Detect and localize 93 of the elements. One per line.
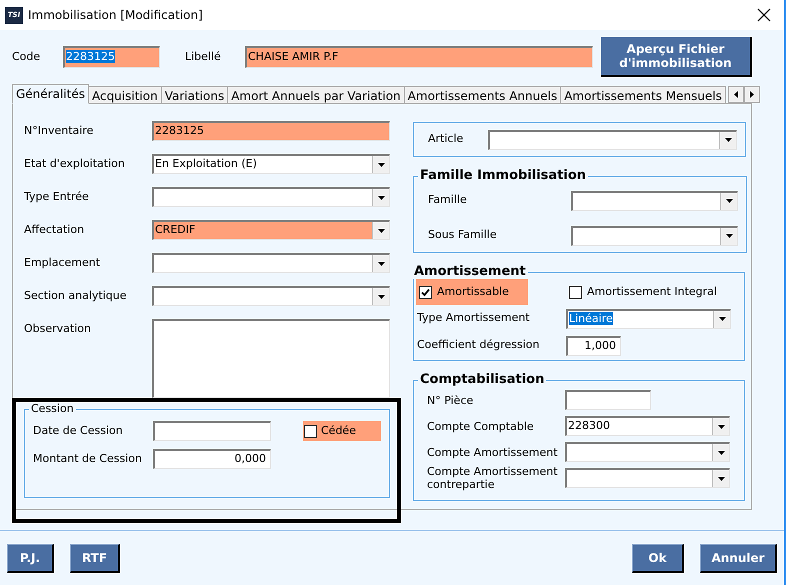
dialog-button[interactable]: P.J. (7, 544, 54, 572)
input-field[interactable]: 0,000 (153, 449, 271, 469)
scroll-left-button[interactable] (728, 86, 744, 103)
field-label: N° Pièce (426, 394, 474, 406)
dropdown-button[interactable] (712, 418, 729, 435)
close-icon (757, 8, 771, 22)
check-icon (421, 288, 430, 296)
input-field[interactable]: 2283125 (152, 121, 390, 141)
caret-icon (378, 196, 384, 200)
dialog-button[interactable]: RTF (70, 544, 120, 572)
field-label: Emplacement (24, 255, 102, 271)
caret-icon (726, 234, 732, 238)
field-label: Compte Amortissement (426, 446, 559, 458)
input-field[interactable] (565, 390, 651, 410)
dropdown-field[interactable] (488, 130, 737, 150)
group-title: Famille Immobilisation (419, 169, 588, 183)
field-label: Type Entrée (24, 189, 90, 205)
text-area[interactable] (152, 319, 390, 398)
caret-icon (378, 228, 384, 232)
dropdown-button[interactable] (712, 470, 729, 487)
tab[interactable]: Généralités (12, 84, 89, 104)
preview-button[interactable]: Aperçu Fichier d'immobilisation (601, 37, 752, 77)
field-label: Article (427, 131, 464, 148)
caret-icon (718, 317, 726, 321)
dropdown-button[interactable] (372, 255, 389, 272)
field-label: Sous Famille (427, 227, 498, 244)
window-title: Immobilisation [Modification] (28, 7, 203, 24)
scroll-right-button[interactable] (744, 86, 760, 103)
caret-icon (726, 199, 732, 203)
group-title: Amortissement (413, 265, 527, 279)
right-arrow-icon (750, 91, 754, 98)
field-label: Libellé (185, 48, 222, 65)
input-field[interactable] (153, 421, 271, 441)
dropdown-button[interactable] (720, 192, 737, 210)
dropdown-field[interactable] (152, 286, 390, 306)
caret-icon (718, 424, 724, 428)
field-label: Montant de Cession (33, 450, 143, 467)
dropdown-button[interactable] (372, 156, 389, 173)
dropdown-button[interactable] (372, 288, 389, 305)
input-field[interactable]: 1,000 (566, 336, 621, 356)
dropdown-button[interactable] (712, 444, 729, 461)
checkbox[interactable] (419, 286, 432, 298)
checkbox-label: Amortissement Integral (587, 284, 717, 300)
field-label: Affectation (24, 222, 86, 238)
checkbox[interactable] (569, 286, 582, 298)
group-title: Comptabilisation (419, 373, 546, 387)
tab[interactable]: Acquisition (88, 86, 162, 104)
checkbox-label: Amortissable (437, 284, 509, 300)
dropdown-button[interactable] (713, 310, 730, 328)
field-label: Code (12, 48, 42, 65)
field-label: Etat d'exploitation (24, 156, 126, 172)
caret-icon (378, 294, 384, 298)
checkbox-label: Cédée (321, 422, 356, 439)
dropdown-field[interactable] (565, 468, 730, 488)
dialog-button[interactable]: Ok (632, 544, 684, 572)
dropdown-field[interactable] (571, 190, 738, 210)
close-button[interactable] (757, 8, 771, 22)
dropdown-button[interactable] (720, 228, 737, 244)
tab[interactable]: Amortissements Annuels (404, 86, 562, 104)
dropdown-field[interactable]: En Exploitation (E) (152, 154, 390, 174)
field-label: Compte Comptable (426, 420, 535, 432)
caret-icon (378, 162, 384, 166)
field-label: Type Amortissement (416, 310, 531, 326)
checkbox[interactable] (304, 424, 317, 438)
tab[interactable]: Amort Annuels par Variation (227, 86, 405, 104)
group-title: Cession (30, 402, 75, 416)
field-label: Famille (427, 192, 468, 208)
input-field[interactable]: CHAISE AMIR P.F (245, 46, 593, 68)
caret-icon (378, 262, 384, 266)
caret-icon (718, 476, 724, 480)
dropdown-button[interactable] (372, 222, 389, 239)
input-field[interactable]: 2283125 (63, 46, 160, 68)
field-label: Coefficient dégression (416, 337, 540, 354)
field-label: Date de Cession (33, 422, 124, 439)
dropdown-field[interactable] (565, 442, 730, 462)
dropdown-button[interactable] (372, 189, 389, 206)
dropdown-field[interactable] (152, 253, 390, 273)
field-label: Observation (24, 321, 92, 337)
left-arrow-icon (734, 91, 738, 98)
dropdown-field[interactable] (152, 187, 390, 207)
tab[interactable]: Amortissements Mensuels (560, 86, 726, 104)
dialog-button[interactable]: Annuler (700, 544, 777, 572)
field-label: N°Inventaire (24, 123, 94, 139)
dropdown-field[interactable] (571, 226, 738, 246)
dropdown-field[interactable]: CREDIF (152, 220, 390, 240)
dropdown-button[interactable] (719, 132, 736, 148)
dropdown-field[interactable]: 228300 (565, 416, 730, 436)
field-label: Section analytique (24, 288, 128, 304)
dropdown-field[interactable]: Linéaire (566, 308, 731, 328)
field-label: Compte Amortissement contrepartie (426, 465, 559, 491)
tab[interactable]: Variations (160, 86, 228, 104)
caret-icon (718, 450, 724, 454)
caret-icon (724, 138, 732, 142)
